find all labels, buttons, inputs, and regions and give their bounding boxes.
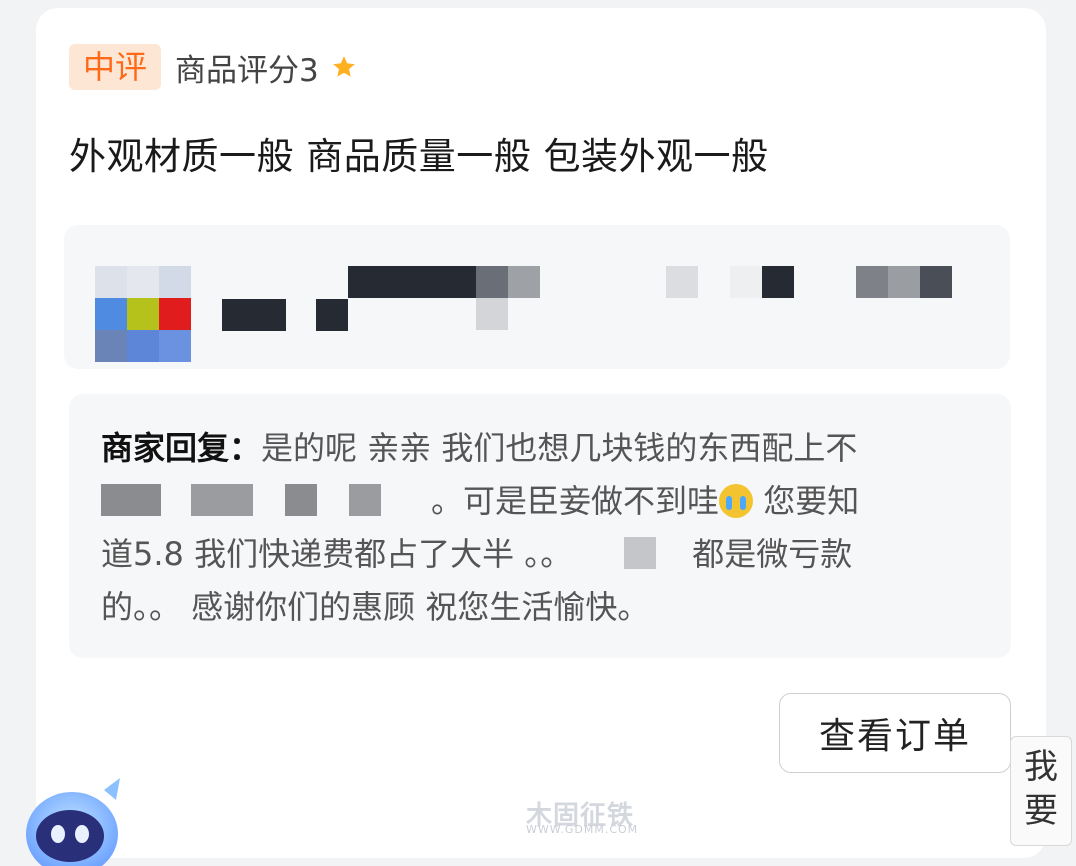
product-info[interactable]	[64, 225, 1010, 369]
star-icon	[332, 56, 355, 77]
reply-line-2b: 您要知	[753, 482, 860, 520]
reply-body: 商家回复：是的呢 亲亲 我们也想几块钱的东西配上不 。可是臣妾做不到哇 您要知 …	[101, 422, 981, 634]
redacted-block	[730, 266, 762, 298]
redacted-block	[856, 266, 888, 298]
product-thumbnail	[95, 266, 191, 362]
review-card: 中评 商品评分3 外观材质一般 商品质量一般 包装外观一般 商家回复：是的呢 亲…	[36, 8, 1046, 858]
redacted-block	[101, 484, 431, 516]
redacted-block	[508, 266, 540, 298]
redacted-block	[476, 266, 508, 298]
reply-line-2: 。可是臣妾做不到哇	[431, 482, 720, 520]
reply-line-3: 道5.8 我们快递费都占了大半 。。	[101, 535, 573, 573]
redacted-block	[572, 537, 692, 569]
reply-line-4: 的。。 感谢你们的惠顾 祝您生活愉快。	[101, 588, 650, 626]
redacted-block	[920, 266, 952, 298]
reply-label: 商家回复：	[101, 429, 262, 467]
rating-row: 中评 商品评分3	[69, 44, 357, 90]
redacted-block	[316, 299, 348, 331]
watermark: 木固征铁 WWW.GDMM.COM	[440, 795, 650, 837]
product-score: 商品评分3	[175, 52, 319, 89]
redacted-block	[888, 266, 920, 298]
robot-assistant-icon[interactable]	[24, 776, 128, 866]
redacted-block	[476, 298, 508, 330]
view-order-button[interactable]: 查看订单	[779, 693, 1011, 773]
crying-emoji-icon	[719, 484, 754, 518]
rating-tag: 中评	[69, 44, 162, 90]
watermark-url: WWW.GDMM.COM	[526, 823, 639, 836]
want-button-label: 我要	[1024, 747, 1058, 831]
redacted-block	[666, 266, 698, 298]
merchant-reply: 商家回复：是的呢 亲亲 我们也想几块钱的东西配上不 。可是臣妾做不到哇 您要知 …	[69, 394, 1011, 658]
redacted-block	[348, 266, 476, 298]
reply-line-1: 是的呢 亲亲 我们也想几块钱的东西配上不	[261, 429, 858, 467]
review-text: 外观材质一般 商品质量一般 包装外观一般	[69, 135, 769, 178]
redacted-block	[222, 299, 286, 331]
redacted-block	[762, 266, 794, 298]
want-button[interactable]: 我要	[1010, 736, 1072, 846]
reply-line-3b: 都是微亏款	[692, 535, 853, 573]
